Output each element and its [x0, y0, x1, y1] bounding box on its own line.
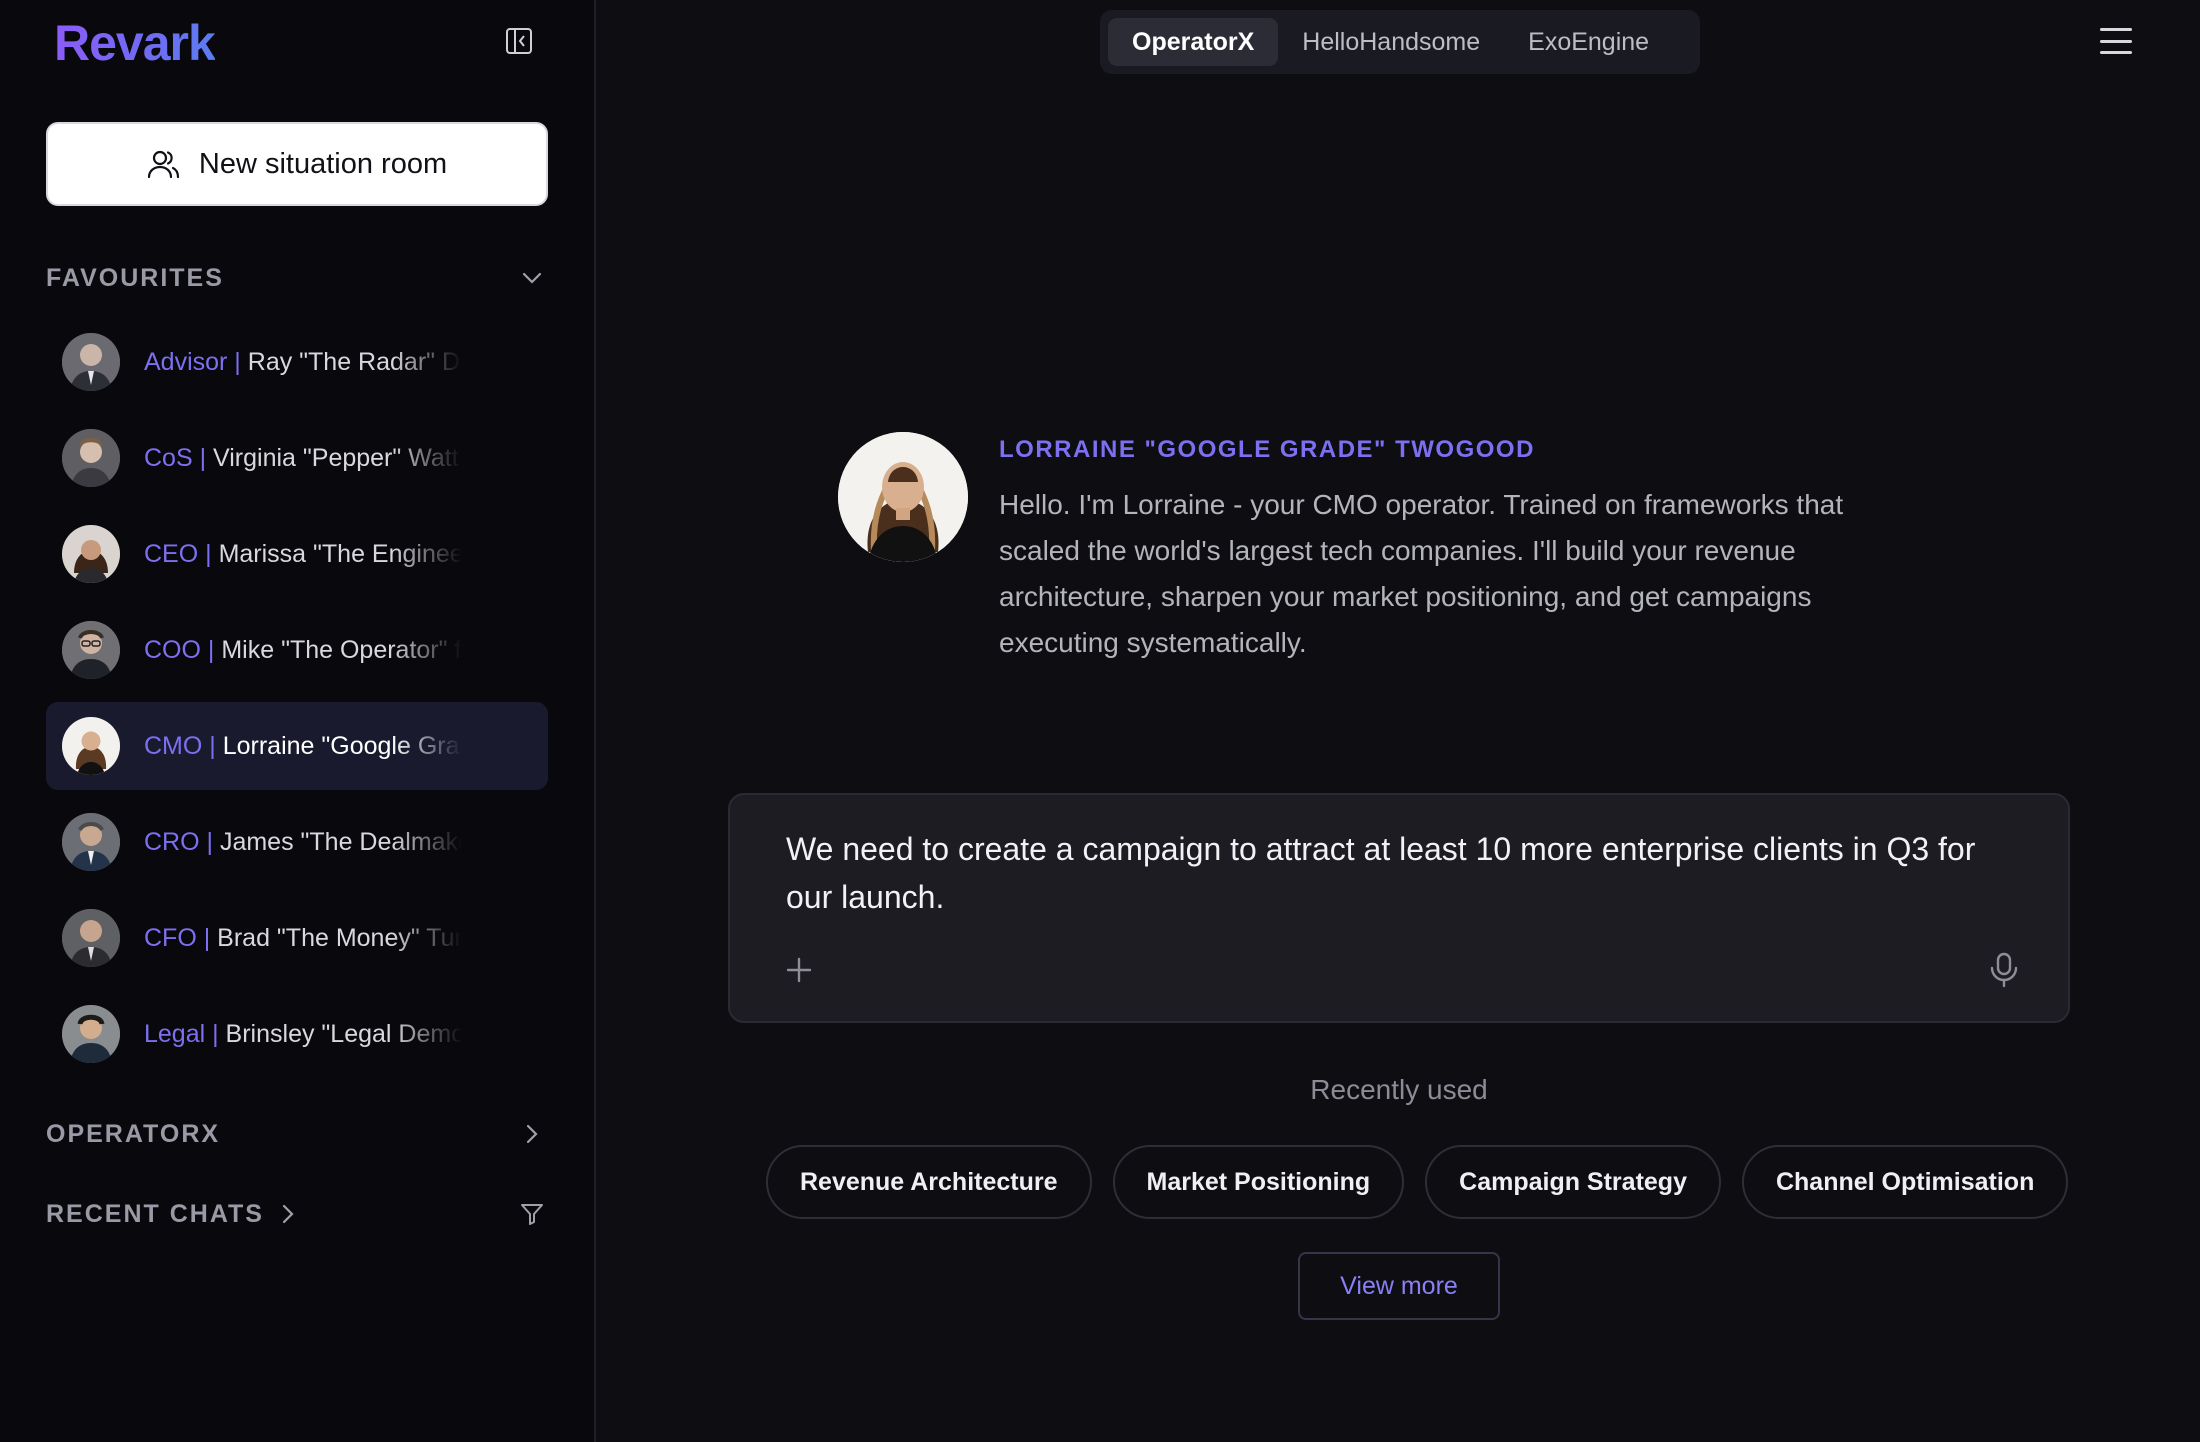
favourite-item-cfo[interactable]: CFO | Brad "The Money" Tur	[46, 894, 548, 982]
view-more-button[interactable]: View more	[1298, 1252, 1500, 1320]
avatar	[62, 813, 120, 871]
agent-intro-message: Hello. I'm Lorraine - your CMO operator.…	[999, 489, 1844, 658]
favourite-item-cmo[interactable]: CMO | Lorraine "Google Grad	[46, 702, 548, 790]
attach-plus-icon[interactable]	[784, 955, 814, 985]
users-icon	[147, 150, 179, 179]
tab-hellohandsome[interactable]: HelloHandsome	[1278, 18, 1504, 66]
favourite-role: CoS |	[144, 443, 207, 472]
message-composer[interactable]: We need to create a campaign to attract …	[728, 793, 2070, 1023]
favourite-role: CEO |	[144, 539, 212, 568]
favourite-item-cos[interactable]: CoS | Virginia "Pepper" Watt	[46, 414, 548, 502]
collapse-sidebar-button[interactable]	[504, 26, 534, 56]
favourite-role: Legal |	[144, 1019, 219, 1048]
avatar	[62, 333, 120, 391]
favourite-role: Advisor |	[144, 347, 241, 376]
favourite-item-coo[interactable]: COO | Mike "The Operator" f	[46, 606, 548, 694]
chip-channel-optimisation[interactable]: Channel Optimisation	[1741, 1145, 2069, 1219]
chip-market-positioning[interactable]: Market Positioning	[1112, 1145, 1405, 1219]
hamburger-menu-icon[interactable]	[2098, 26, 2134, 56]
favourites-title: FAVOURITES	[46, 263, 224, 292]
favourite-name: Ray "The Radar" D	[240, 347, 461, 376]
workspace-tabs: OperatorX HelloHandsome ExoEngine	[1100, 10, 1700, 74]
chevron-right-icon[interactable]	[282, 1204, 294, 1224]
tab-exoengine[interactable]: ExoEngine	[1504, 18, 1673, 66]
chip-campaign-strategy[interactable]: Campaign Strategy	[1425, 1145, 1721, 1219]
recent-chips: Revenue Architecture Market Positioning …	[766, 1145, 2069, 1219]
agent-name: LORRAINE "GOOGLE GRADE" TWOGOOD	[999, 436, 1535, 463]
sidebar-collapse-icon	[506, 28, 532, 54]
favourite-name: Lorraine "Google Grad	[215, 731, 462, 760]
operatorx-header[interactable]: OPERATORX	[46, 1114, 548, 1154]
chevron-right-icon[interactable]	[516, 1118, 548, 1150]
recent-chats-header: RECENT CHATS	[46, 1194, 548, 1234]
favourite-item-advisor[interactable]: Advisor | Ray "The Radar" D	[46, 318, 548, 406]
chip-revenue-architecture[interactable]: Revenue Architecture	[766, 1145, 1092, 1219]
app-root: Revark New situation room FAVOURITES Adv…	[0, 0, 2200, 1442]
avatar	[62, 717, 120, 775]
recently-used-label: Recently used	[1310, 1074, 1488, 1105]
avatar	[62, 525, 120, 583]
recent-chats-title[interactable]: RECENT CHATS	[46, 1200, 264, 1229]
avatar	[62, 621, 120, 679]
favourite-role: CRO |	[144, 827, 213, 856]
new-situation-room-button[interactable]: New situation room	[46, 122, 548, 206]
agent-avatar	[838, 432, 968, 562]
favourite-item-ceo[interactable]: CEO | Marissa "The Engineer	[46, 510, 548, 598]
favourite-role: COO |	[144, 635, 215, 664]
avatar	[62, 429, 120, 487]
avatar	[62, 909, 120, 967]
favourite-role: CMO |	[144, 731, 216, 760]
new-situation-room-label: New situation room	[198, 147, 448, 180]
favourites-header[interactable]: FAVOURITES	[46, 258, 548, 298]
avatar	[62, 1005, 120, 1063]
chevron-down-icon[interactable]	[516, 262, 548, 294]
favourite-item-legal[interactable]: Legal | Brinsley "Legal Demo	[46, 990, 548, 1078]
operatorx-title: OPERATORX	[46, 1119, 221, 1148]
favourite-name: Mike "The Operator" f	[214, 635, 462, 664]
favourite-name: Brad "The Money" Tur	[210, 923, 462, 952]
filter-icon[interactable]	[516, 1198, 548, 1230]
tab-operatorx[interactable]: OperatorX	[1108, 18, 1279, 66]
favourite-name: James "The Dealmake	[213, 827, 462, 856]
message-input[interactable]: We need to create a campaign to attract …	[786, 825, 2016, 921]
sidebar: Revark New situation room FAVOURITES Adv…	[0, 0, 596, 1442]
favourite-name: Brinsley "Legal Demo	[218, 1019, 462, 1048]
favourite-role: CFO |	[144, 923, 211, 952]
brand-logo[interactable]: Revark	[54, 14, 216, 72]
favourite-item-cro[interactable]: CRO | James "The Dealmake	[46, 798, 548, 886]
microphone-icon[interactable]	[1986, 951, 2022, 989]
favourite-name: Marissa "The Engineer	[211, 539, 462, 568]
favourite-name: Virginia "Pepper" Watt	[206, 443, 459, 472]
